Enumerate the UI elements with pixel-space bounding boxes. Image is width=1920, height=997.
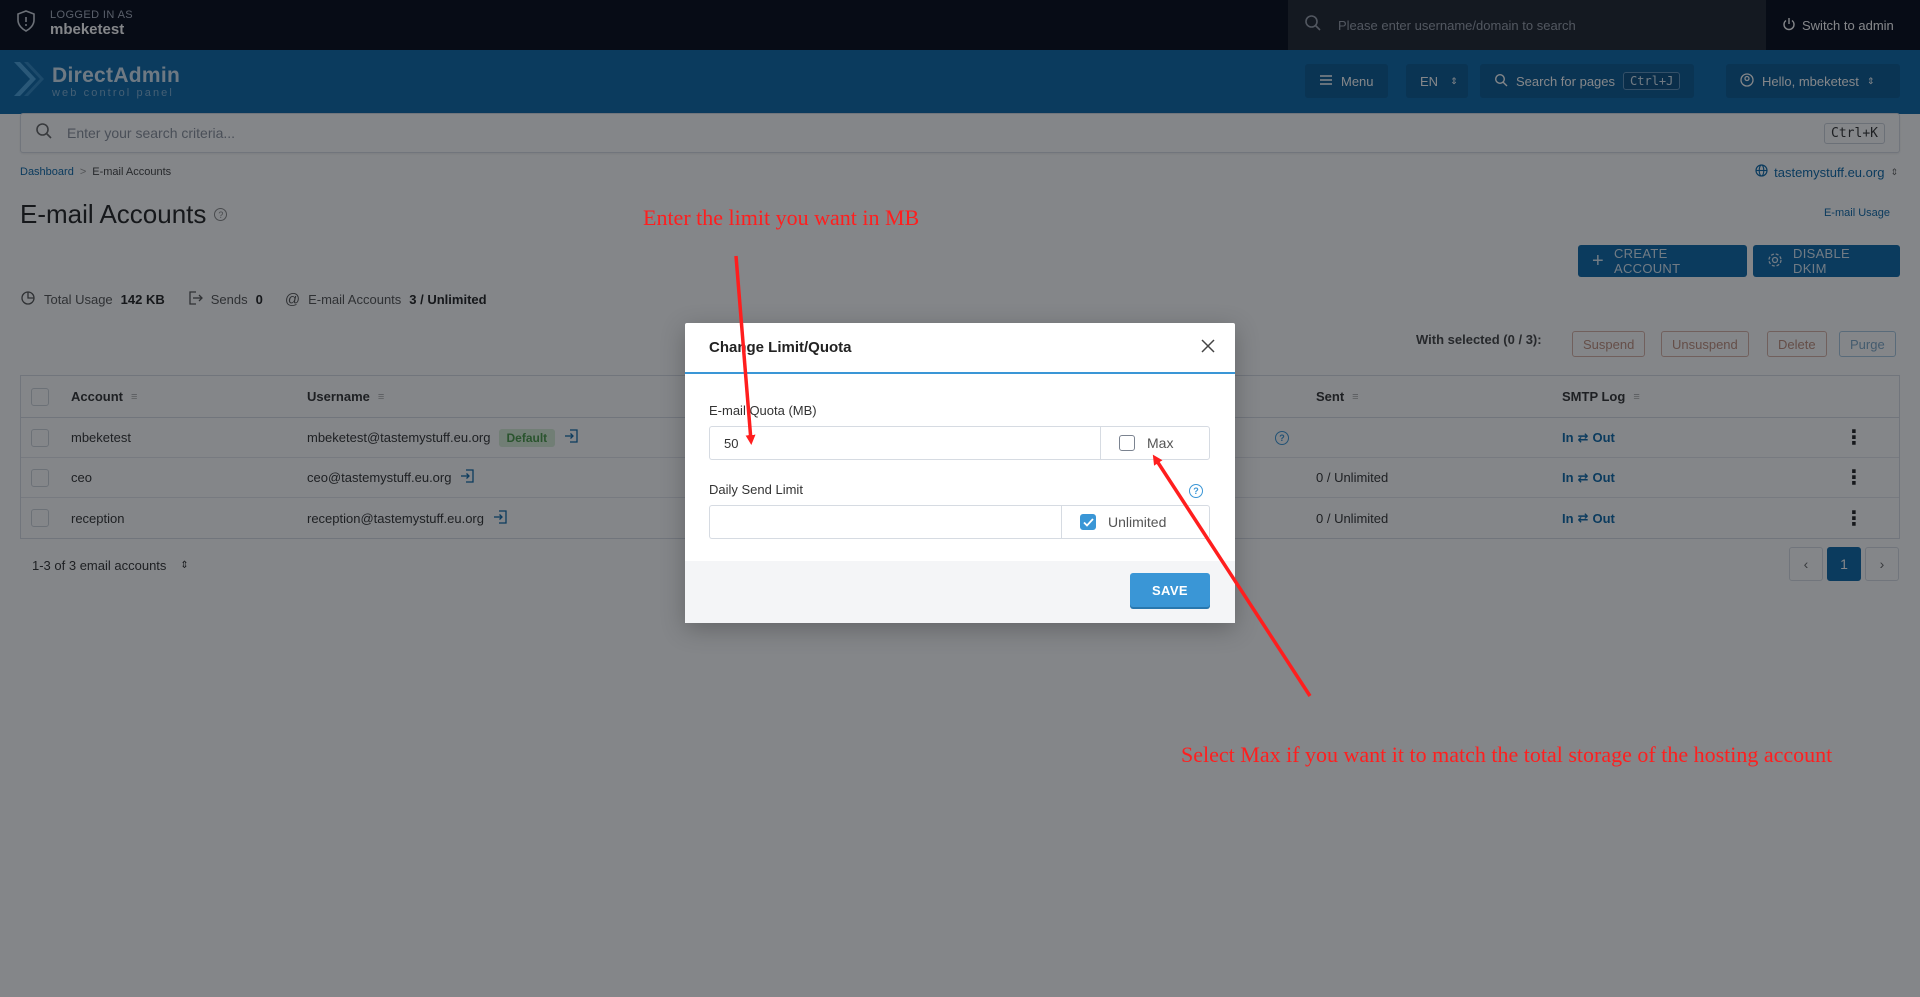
send-limit-label: Daily Send Limit	[709, 482, 803, 497]
max-checkbox[interactable]	[1119, 435, 1135, 451]
help-icon[interactable]: ?	[1189, 484, 1203, 498]
unlimited-checkbox[interactable]	[1080, 514, 1096, 530]
unlimited-checkbox-addon[interactable]: Unlimited	[1061, 505, 1210, 539]
change-limit-modal: Change Limit/Quota E-mail Quota (MB) Max…	[685, 323, 1235, 623]
close-icon[interactable]	[1201, 339, 1215, 357]
save-button[interactable]: SAVE	[1130, 573, 1210, 607]
max-label: Max	[1147, 435, 1174, 451]
quota-input[interactable]	[709, 426, 1100, 460]
send-limit-input[interactable]	[709, 505, 1061, 539]
modal-footer: SAVE	[685, 561, 1235, 623]
check-icon	[1082, 517, 1094, 527]
max-checkbox-addon[interactable]: Max	[1100, 426, 1210, 460]
quota-label: E-mail Quota (MB)	[709, 403, 817, 418]
modal-header: Change Limit/Quota	[685, 323, 1235, 374]
annotation-bottom: Select Max if you want it to match the t…	[1181, 742, 1833, 767]
unlimited-label: Unlimited	[1108, 514, 1167, 530]
modal-title: Change Limit/Quota	[709, 339, 852, 356]
annotation-top: Enter the limit you want in MB	[643, 205, 920, 230]
